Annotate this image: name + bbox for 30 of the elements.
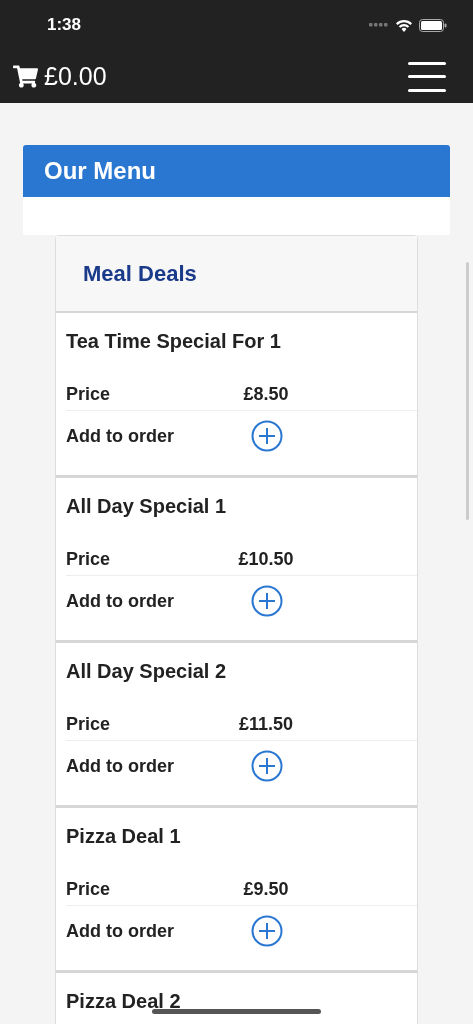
battery-icon xyxy=(419,18,447,32)
signal-icon xyxy=(369,23,389,27)
section-title: Meal Deals xyxy=(83,260,197,287)
price-value: £9.50 xyxy=(242,878,290,900)
add-button[interactable] xyxy=(251,915,283,947)
cart-icon[interactable] xyxy=(13,64,38,89)
price-label: Price xyxy=(66,713,112,735)
price-label: Price xyxy=(66,548,112,570)
price-value: £10.50 xyxy=(237,548,295,570)
price-value: £11.50 xyxy=(237,713,295,735)
item-name: Tea Time Special For 1 xyxy=(66,329,281,354)
wifi-icon xyxy=(395,18,413,32)
add-label: Add to order xyxy=(66,425,175,447)
item-name: All Day Special 1 xyxy=(66,494,227,519)
price-value: £8.50 xyxy=(242,383,290,405)
add-button[interactable] xyxy=(251,750,283,782)
add-button[interactable] xyxy=(251,420,283,452)
item-name: Pizza Deal 2 xyxy=(66,989,181,1014)
add-label: Add to order xyxy=(66,590,175,612)
add-label: Add to order xyxy=(66,755,175,777)
add-button[interactable] xyxy=(251,585,283,617)
menu-button[interactable] xyxy=(408,61,446,92)
add-label: Add to order xyxy=(66,920,175,942)
item-name: Pizza Deal 1 xyxy=(66,824,181,849)
status-time: 1:38 xyxy=(47,15,82,35)
panel-title: Our Menu xyxy=(44,157,156,185)
cart-total: £0.00 xyxy=(44,62,107,91)
item-name: All Day Special 2 xyxy=(66,659,227,684)
price-label: Price xyxy=(66,383,112,405)
price-label: Price xyxy=(66,878,112,900)
